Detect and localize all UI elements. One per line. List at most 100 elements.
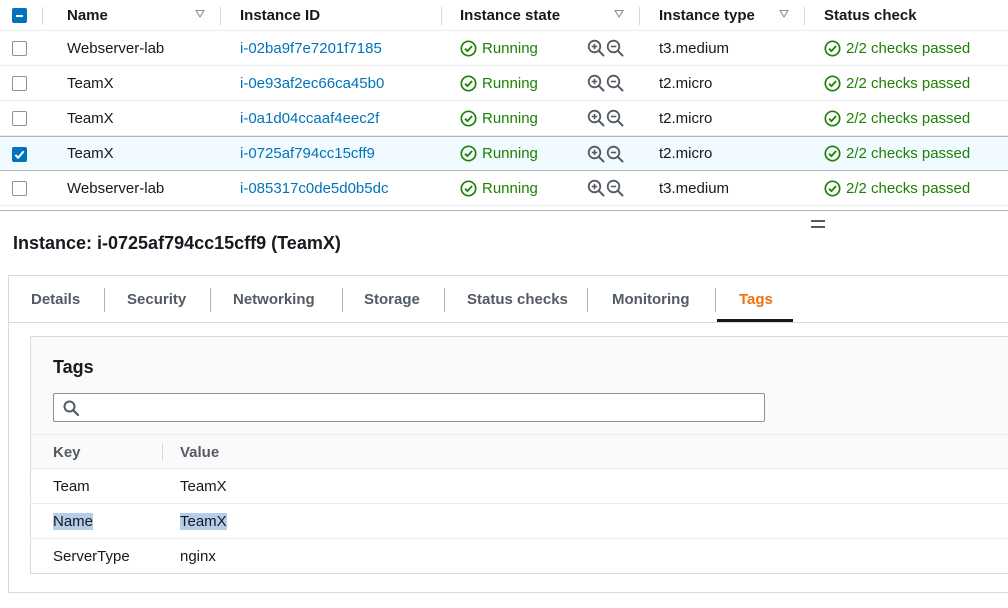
row-checkbox[interactable] <box>12 41 27 56</box>
zoom-in-icon[interactable] <box>587 74 605 92</box>
tab-separator <box>444 288 445 312</box>
tag-value: nginx <box>180 548 216 565</box>
instance-state: Running <box>460 137 538 170</box>
instance-id-link[interactable]: i-085317c0de5d0b5dc <box>240 171 388 205</box>
zoom-controls <box>587 31 624 65</box>
tab-security[interactable]: Security <box>127 276 186 323</box>
check-circle-icon <box>460 74 477 92</box>
tab-monitoring[interactable]: Monitoring <box>612 276 689 323</box>
tab-status-checks[interactable]: Status checks <box>467 276 568 323</box>
tab-storage[interactable]: Storage <box>364 276 420 323</box>
column-separator <box>441 7 442 25</box>
filter-icon[interactable] <box>195 10 205 18</box>
instance-id-link[interactable]: i-02ba9f7e7201f7185 <box>240 31 382 65</box>
tab-separator <box>715 288 716 312</box>
column-header-name[interactable]: Name <box>67 0 108 30</box>
column-separator <box>639 7 640 25</box>
status-check: 2/2 checks passed <box>824 31 970 65</box>
zoom-controls <box>587 66 624 100</box>
table-row[interactable]: TeamX i-0a1d04ccaaf4eec2f Running t2.micro 2… <box>0 101 1008 136</box>
tab-separator <box>210 288 211 312</box>
table-row[interactable]: TeamX i-0e93af2ec66ca45b0 Running t2.micro 2… <box>0 66 1008 101</box>
tab-separator <box>104 288 105 312</box>
column-header-key[interactable]: Key <box>53 435 81 469</box>
instance-name: TeamX <box>67 74 114 92</box>
instance-state: Running <box>460 171 538 205</box>
instances-table: Name Instance ID Instance state Instance… <box>0 0 1008 206</box>
status-check-label: 2/2 checks passed <box>846 109 971 127</box>
zoom-in-icon[interactable] <box>587 145 605 163</box>
column-separator <box>42 7 43 25</box>
tags-container: Tags Key Value Team TeamX Name TeamX Ser… <box>30 336 1008 574</box>
table-header: Name Instance ID Instance state Instance… <box>0 0 1008 31</box>
table-row[interactable]: Webserver-lab i-02ba9f7e7201f7185 Running t… <box>0 31 1008 66</box>
instance-name: TeamX <box>67 145 114 162</box>
zoom-out-icon[interactable] <box>606 39 624 57</box>
row-checkbox[interactable] <box>12 181 27 196</box>
column-header-instance-state[interactable]: Instance state <box>460 0 560 30</box>
table-row[interactable]: Webserver-lab i-085317c0de5d0b5dc Running t… <box>0 171 1008 206</box>
column-header-instance-id[interactable]: Instance ID <box>240 0 320 30</box>
tab-details[interactable]: Details <box>31 276 80 323</box>
instance-name: Webserver-lab <box>67 179 165 197</box>
zoom-controls <box>587 171 624 205</box>
check-circle-icon <box>824 145 841 162</box>
instance-title: Instance: i-0725af794cc15cff9 (TeamX) <box>13 233 341 253</box>
column-separator <box>162 443 163 461</box>
tag-key: Name <box>53 513 94 530</box>
zoom-out-icon[interactable] <box>606 179 624 197</box>
zoom-out-icon[interactable] <box>606 74 624 92</box>
tab-tags[interactable]: Tags <box>739 276 773 323</box>
column-header-instance-type[interactable]: Instance type <box>659 0 755 30</box>
column-header-status-check[interactable]: Status check <box>824 0 917 30</box>
instance-state-label: Running <box>482 145 538 162</box>
row-checkbox[interactable] <box>12 111 27 126</box>
instance-state: Running <box>460 101 538 135</box>
zoom-out-icon[interactable] <box>606 109 624 127</box>
instance-state-label: Running <box>482 39 538 57</box>
tags-table-header: Key Value <box>31 435 1008 469</box>
tags-search-input[interactable] <box>53 393 765 422</box>
tab-networking[interactable]: Networking <box>233 276 315 323</box>
status-check-label: 2/2 checks passed <box>846 74 971 92</box>
check-circle-icon <box>824 39 841 57</box>
zoom-in-icon[interactable] <box>587 39 605 57</box>
zoom-out-icon[interactable] <box>606 145 624 163</box>
tags-header: Tags <box>31 337 1008 435</box>
zoom-in-icon[interactable] <box>587 179 605 197</box>
tag-value: TeamX <box>180 478 227 495</box>
instance-type: t2.micro <box>659 145 713 162</box>
instance-state-label: Running <box>482 74 538 92</box>
instance-id-link[interactable]: i-0725af794cc15cff9 <box>240 137 375 170</box>
column-header-value[interactable]: Value <box>180 435 219 469</box>
tag-value-cell: TeamX <box>180 504 227 539</box>
status-check: 2/2 checks passed <box>824 66 970 100</box>
select-all-checkbox[interactable] <box>12 8 27 23</box>
instance-id-link[interactable]: i-0a1d04ccaaf4eec2f <box>240 101 379 135</box>
filter-icon[interactable] <box>779 10 789 18</box>
instance-type: t2.micro <box>659 109 713 127</box>
check-circle-icon <box>460 109 477 127</box>
filter-icon[interactable] <box>614 10 624 18</box>
instance-name: Webserver-lab <box>67 39 165 57</box>
tag-key: Team <box>53 478 90 495</box>
zoom-in-icon[interactable] <box>587 109 605 127</box>
instance-id-link[interactable]: i-0e93af2ec66ca45b0 <box>240 66 384 100</box>
row-checkbox[interactable] <box>12 146 27 162</box>
instance-type: t3.medium <box>659 39 730 57</box>
status-check: 2/2 checks passed <box>824 137 970 170</box>
instance-state-label: Running <box>482 179 538 197</box>
check-circle-icon <box>824 109 841 127</box>
tag-row: Team TeamX <box>31 469 1008 504</box>
resize-handle-icon[interactable] <box>811 220 825 228</box>
instance-detail-panel: Details Security Networking Storage Stat… <box>8 275 1008 593</box>
instance-name: TeamX <box>67 109 114 127</box>
row-checkbox[interactable] <box>12 76 27 91</box>
tag-row: ServerType nginx <box>31 539 1008 574</box>
tag-key: ServerType <box>53 548 130 565</box>
table-row[interactable]: TeamX i-0725af794cc15cff9 Running t2.micro 2… <box>0 136 1008 171</box>
status-check-label: 2/2 checks passed <box>846 39 971 57</box>
tag-key-cell: Name <box>53 504 94 539</box>
tags-title: Tags <box>53 357 94 377</box>
check-circle-icon <box>460 145 477 162</box>
